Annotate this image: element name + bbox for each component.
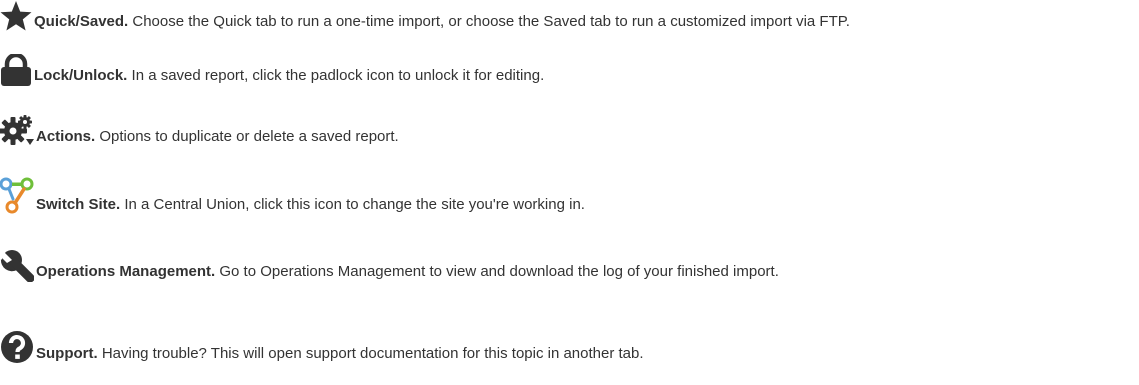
legend-term: Switch Site. xyxy=(36,196,121,213)
legend-item-quick-saved: Quick/Saved. Choose the Quick tab to run… xyxy=(0,0,850,32)
padlock-icon xyxy=(0,54,32,86)
star-icon xyxy=(0,0,32,32)
legend-term: Lock/Unlock. xyxy=(34,67,128,84)
legend-item-text: Operations Management. Go to Operations … xyxy=(36,263,779,282)
legend-item-lock-unlock: Lock/Unlock. In a saved report, click th… xyxy=(0,54,544,86)
legend-item-support: Support. Having trouble? This will open … xyxy=(0,330,644,364)
legend-description: In a saved report, click the padlock ico… xyxy=(127,67,545,84)
legend-description: Having trouble? This will open support d… xyxy=(97,345,644,362)
legend-item-text: Quick/Saved. Choose the Quick tab to run… xyxy=(34,13,850,32)
wrench-icon xyxy=(0,248,34,282)
legend-item-operations-management: Operations Management. Go to Operations … xyxy=(0,248,779,282)
gears-icon xyxy=(0,115,34,147)
legend-term: Support. xyxy=(36,345,98,362)
legend-item-actions: Actions. Options to duplicate or delete … xyxy=(0,115,399,147)
legend-item-text: Actions. Options to duplicate or delete … xyxy=(36,128,399,147)
legend-item-text: Switch Site. In a Central Union, click t… xyxy=(36,196,585,215)
switch-site-icon xyxy=(0,177,34,215)
legend-item-switch-site: Switch Site. In a Central Union, click t… xyxy=(0,177,585,215)
legend-item-text: Lock/Unlock. In a saved report, click th… xyxy=(34,67,544,86)
legend-term: Quick/Saved. xyxy=(34,13,129,30)
legend-description: Options to duplicate or delete a saved r… xyxy=(95,128,399,145)
question-icon xyxy=(0,330,34,364)
legend-description: Choose the Quick tab to run a one-time i… xyxy=(128,13,850,30)
legend-term: Operations Management. xyxy=(36,263,216,280)
legend-term: Actions. xyxy=(36,128,96,145)
legend-description: In a Central Union, click this icon to c… xyxy=(120,196,585,213)
legend-description: Go to Operations Management to view and … xyxy=(215,263,779,280)
legend-item-text: Support. Having trouble? This will open … xyxy=(36,345,644,364)
